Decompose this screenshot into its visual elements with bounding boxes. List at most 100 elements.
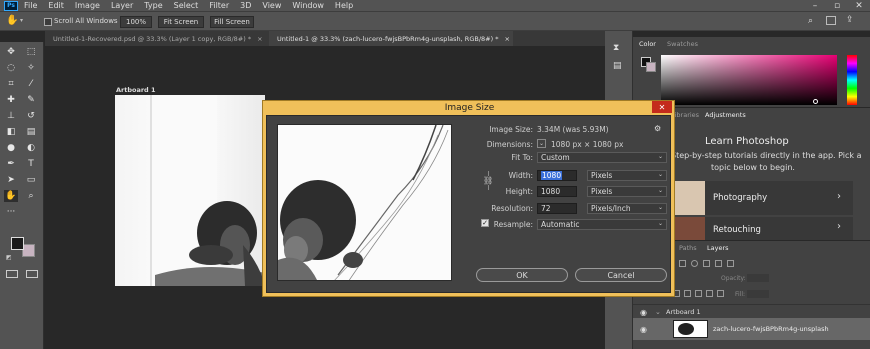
cancel-button[interactable]: Cancel [575, 268, 667, 282]
tab-paths[interactable]: Paths [679, 244, 697, 252]
clone-stamp-icon[interactable]: ⊥ [4, 110, 18, 122]
layer-row-artboard[interactable]: ◉ ⌄ Artboard 1 [633, 304, 870, 318]
lock-move-icon[interactable] [695, 290, 702, 297]
close-tab-icon[interactable]: × [504, 35, 509, 43]
tab-layers[interactable]: Layers [707, 244, 729, 252]
color-field[interactable] [661, 55, 837, 105]
share-icon[interactable]: ⇪ [846, 15, 854, 25]
dimensions-value: 1080 px × 1080 px [551, 140, 624, 149]
menu-layer[interactable]: Layer [111, 1, 133, 10]
artboard-tool-icon[interactable]: ⬚ [24, 46, 38, 58]
tab-color[interactable]: Color [639, 40, 656, 48]
eraser-tool-icon[interactable]: ◧ [4, 126, 18, 138]
lock-artboard-icon[interactable] [706, 290, 713, 297]
hand-tool-selected-icon[interactable]: ✋ [4, 190, 18, 202]
image-size-dialog: Image Size ✕ Image Size: 3.34M (was 5.93… [262, 100, 675, 297]
eyedropper-icon[interactable]: ⁄ [24, 78, 38, 90]
default-colors-icon[interactable]: ◩ [6, 254, 12, 261]
path-selection-icon[interactable]: ➤ [4, 174, 18, 186]
dodge-tool-icon[interactable]: ◐ [24, 142, 38, 154]
search-icon[interactable]: ⌕ [808, 16, 813, 26]
properties-panel-icon[interactable]: ▤ [613, 61, 622, 71]
tab-untitled-1[interactable]: Untitled-1 @ 33.3% (zach-lucero-fwjsBPbR… [269, 31, 513, 46]
filter-adjust-icon[interactable] [691, 260, 698, 267]
filter-type-icon[interactable] [703, 260, 710, 267]
height-unit-select[interactable]: Pixels ⌄ [587, 186, 667, 197]
resample-select[interactable]: Automatic ⌄ [537, 219, 667, 230]
screen-mode-icon[interactable] [26, 270, 38, 278]
gear-icon[interactable]: ⚙ [654, 124, 661, 133]
chevron-down-icon[interactable]: ▾ [20, 17, 23, 24]
preview-photo [278, 125, 451, 280]
history-panel-icon[interactable]: ⧗ [613, 43, 619, 53]
scroll-all-windows-checkbox[interactable] [44, 18, 52, 26]
height-input[interactable]: 1080 [537, 186, 577, 197]
minimize-icon[interactable]: – [808, 0, 822, 11]
maximize-icon[interactable]: ▫ [830, 0, 844, 11]
chevron-down-icon[interactable]: ⌄ [655, 308, 661, 316]
workspace-icon[interactable] [826, 16, 836, 25]
more-tools-icon[interactable]: ··· [4, 206, 18, 218]
tab-swatches[interactable]: Swatches [667, 40, 698, 48]
artboard-image[interactable] [115, 95, 265, 286]
filter-pixel-icon[interactable] [679, 260, 686, 267]
filter-smart-icon[interactable] [727, 260, 734, 267]
menu-image[interactable]: Image [75, 1, 100, 10]
image-preview[interactable] [277, 124, 452, 281]
rectangle-tool-icon[interactable]: ▭ [24, 174, 38, 186]
type-tool-icon[interactable]: T [24, 158, 38, 170]
layer-row-photo[interactable]: ◉ zach-lucero-fwjsBPbRm4g-unsplash [633, 318, 870, 340]
close-dialog-icon[interactable]: ✕ [652, 101, 672, 113]
gradient-tool-icon[interactable]: ▤ [24, 126, 38, 138]
bg-color-chip[interactable] [646, 62, 656, 72]
width-unit-select[interactable]: Pixels ⌄ [587, 170, 667, 181]
blur-tool-icon[interactable]: ● [4, 142, 18, 154]
learn-item-photography[interactable]: Photography › [673, 181, 853, 215]
tab-recovered-doc[interactable]: Untitled-1-Recovered.psd @ 33.3% (Layer … [45, 31, 267, 46]
move-tool-icon[interactable]: ✥ [4, 46, 18, 58]
menu-help[interactable]: Help [335, 1, 353, 10]
history-brush-icon[interactable]: ↺ [24, 110, 38, 122]
eye-visibility-icon[interactable]: ◉ [640, 325, 647, 334]
menu-file[interactable]: File [24, 1, 37, 10]
pen-tool-icon[interactable]: ✒ [4, 158, 18, 170]
magic-wand-icon[interactable]: ✧ [24, 62, 38, 74]
constrain-link-icon[interactable]: ⛓ [483, 176, 493, 185]
resample-checkbox[interactable]: ✓ [481, 219, 489, 227]
crop-tool-icon[interactable]: ⌗ [4, 78, 18, 90]
resolution-unit-select[interactable]: Pixels/Inch ⌄ [587, 203, 667, 214]
resolution-input[interactable]: 72 [537, 203, 577, 214]
quick-mask-icon[interactable] [6, 270, 18, 278]
filter-shape-icon[interactable] [715, 260, 722, 267]
close-window-icon[interactable]: ✕ [852, 0, 866, 11]
zoom-100-button[interactable]: 100% [120, 16, 152, 28]
dimensions-unit-dropdown[interactable]: ⌄ [537, 139, 546, 148]
brush-tool-icon[interactable]: ✎ [24, 94, 38, 106]
width-input[interactable]: 1080 [537, 170, 577, 181]
menu-edit[interactable]: Edit [48, 1, 64, 10]
close-tab-icon[interactable]: × [257, 35, 262, 43]
fill-screen-button[interactable]: Fill Screen [210, 16, 254, 28]
menu-3d[interactable]: 3D [240, 1, 251, 10]
ok-button[interactable]: OK [476, 268, 568, 282]
fit-screen-button[interactable]: Fit Screen [158, 16, 204, 28]
menu-window[interactable]: Window [292, 1, 324, 10]
learn-item-retouching[interactable]: Retouching › [673, 217, 853, 240]
menu-view[interactable]: View [262, 1, 281, 10]
healing-brush-icon[interactable]: ✚ [4, 94, 18, 106]
lasso-tool-icon[interactable]: ◌ [4, 62, 18, 74]
fill-field[interactable] [747, 290, 769, 298]
tab-adjustments[interactable]: Adjustments [705, 111, 746, 119]
menu-filter[interactable]: Filter [209, 1, 229, 10]
fit-to-select[interactable]: Custom ⌄ [537, 152, 667, 163]
menu-select[interactable]: Select [174, 1, 199, 10]
eye-visibility-icon[interactable]: ◉ [640, 308, 647, 317]
zoom-tool-icon[interactable]: ⌕ [24, 190, 38, 202]
lock-all-icon[interactable] [717, 290, 724, 297]
foreground-color-swatch[interactable] [11, 237, 24, 250]
opacity-field[interactable] [747, 274, 769, 282]
hue-slider[interactable] [847, 55, 857, 105]
lock-paint-icon[interactable] [684, 290, 691, 297]
color-picker-cursor[interactable] [813, 99, 818, 104]
menu-type[interactable]: Type [144, 1, 162, 10]
